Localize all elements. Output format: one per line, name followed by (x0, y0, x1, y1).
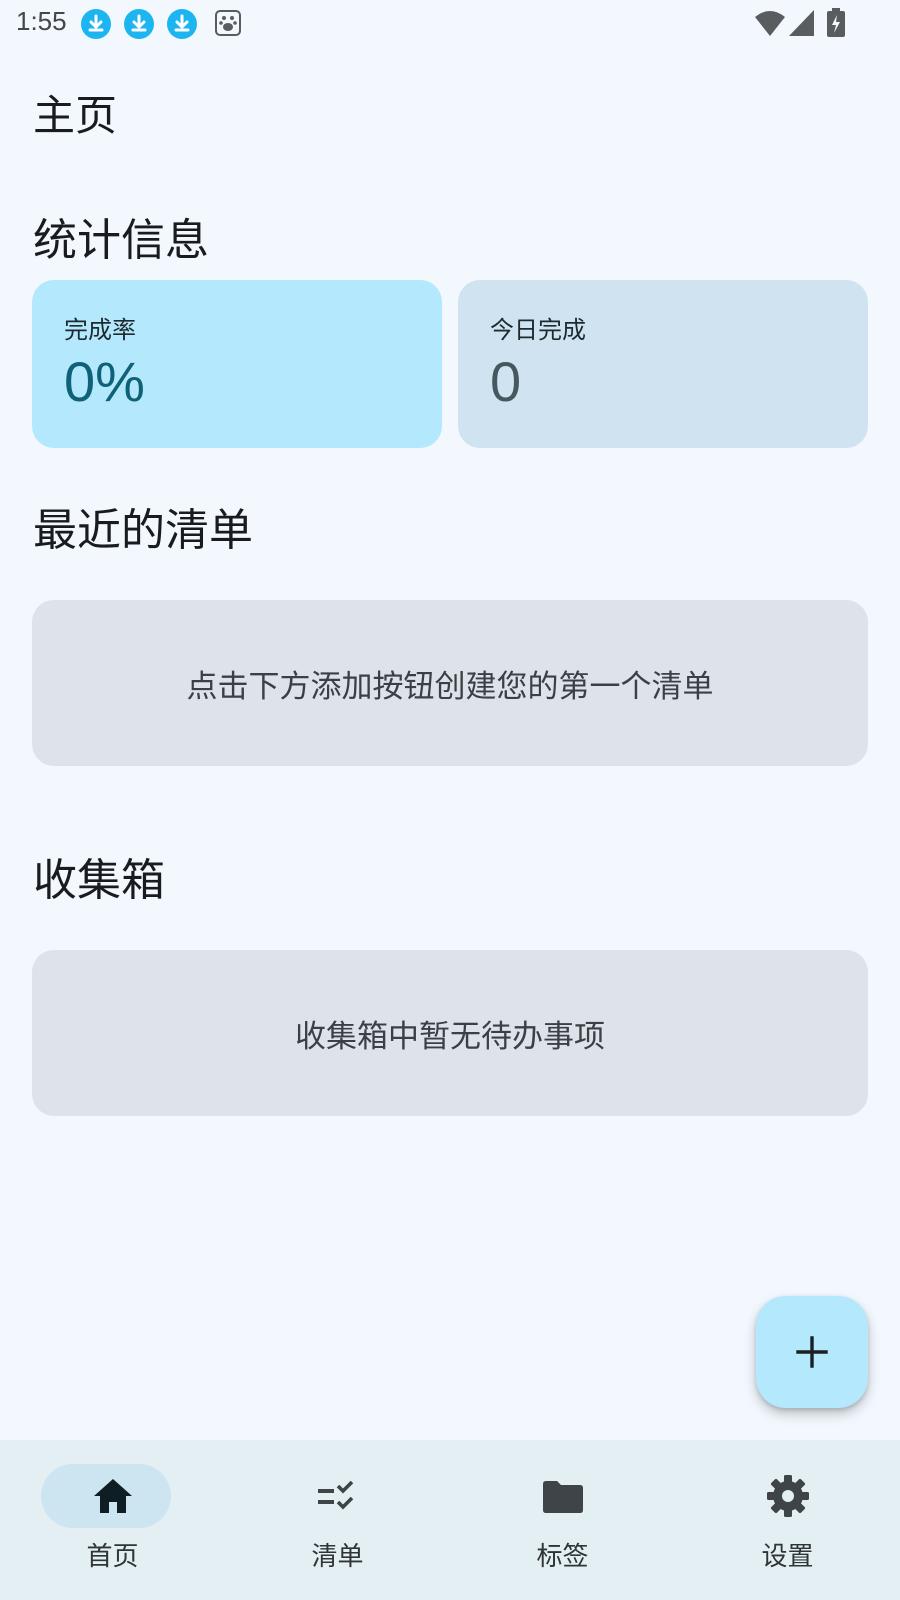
checklist-icon (317, 1480, 353, 1510)
nav-item-tags[interactable]: 标签 (450, 1440, 675, 1600)
recent-lists-title: 最近的清单 (33, 505, 253, 556)
home-icon (93, 1479, 132, 1513)
download-notification-icon (124, 9, 154, 39)
completed-today-label: 今日完成 (490, 316, 586, 344)
nav-item-home[interactable]: 首页 (0, 1440, 225, 1600)
status-time: 1:55 (16, 6, 67, 36)
completion-rate-label: 完成率 (64, 316, 136, 344)
plus-icon (796, 1336, 828, 1368)
battery-charging-icon (827, 8, 845, 37)
inbox-empty-text: 收集箱中暂无待办事项 (295, 1018, 605, 1055)
gear-icon (766, 1475, 809, 1517)
completed-today-value: 0 (490, 350, 522, 413)
add-fab-button[interactable] (756, 1296, 868, 1408)
baidu-paw-icon (215, 10, 241, 36)
recent-lists-empty-card: 点击下方添加按钮创建您的第一个清单 (32, 600, 868, 766)
nav-label-settings: 设置 (761, 1542, 814, 1572)
wifi-icon (755, 11, 785, 36)
status-bar: 1:55 (0, 0, 900, 48)
nav-label-tags: 标签 (536, 1542, 589, 1572)
stats-section-title: 统计信息 (33, 215, 209, 266)
completed-today-card: 今日完成 0 (458, 280, 868, 448)
page-title: 主页 (33, 91, 118, 140)
download-notification-icon (167, 9, 197, 39)
inbox-title: 收集箱 (33, 855, 165, 906)
download-notification-icon (81, 9, 111, 39)
completion-rate-card: 完成率 0% (32, 280, 442, 448)
cell-signal-icon (789, 10, 814, 36)
bottom-navigation: 首页 清单 标签 设置 (0, 1440, 900, 1600)
inbox-empty-card: 收集箱中暂无待办事项 (32, 950, 868, 1116)
folder-icon (542, 1481, 583, 1513)
nav-item-lists[interactable]: 清单 (225, 1440, 450, 1600)
nav-item-settings[interactable]: 设置 (675, 1440, 900, 1600)
recent-lists-empty-text: 点击下方添加按钮创建您的第一个清单 (186, 668, 714, 705)
completion-rate-value: 0% (64, 350, 145, 413)
nav-label-lists: 清单 (311, 1542, 364, 1572)
nav-label-home: 首页 (86, 1542, 139, 1572)
